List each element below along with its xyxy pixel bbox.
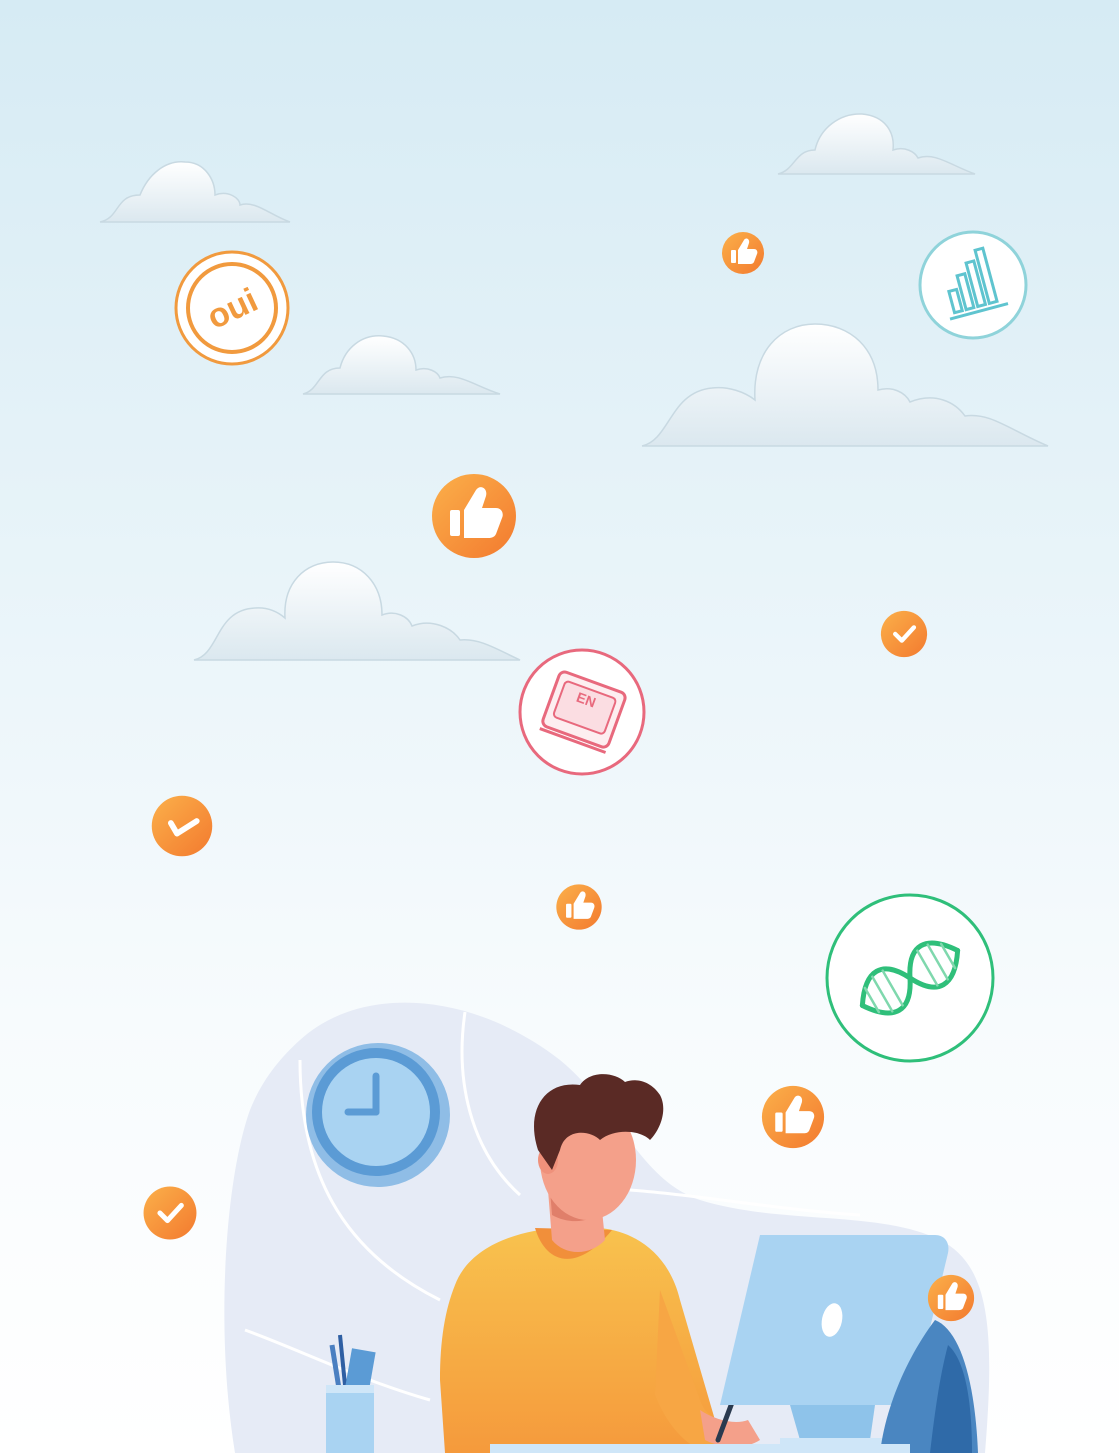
language-badge: EN [518,648,646,776]
check-badge [143,1186,197,1240]
oui-badge: oui [174,250,290,366]
thumbs-up-badge [927,1274,975,1322]
dna-badge [825,893,995,1063]
thumbs-up-badge [556,884,602,930]
thumbs-up-badge [722,232,764,274]
illustration-canvas: oui EN [0,0,1119,1453]
wall-clock [306,1043,450,1187]
chart-badge [918,230,1028,340]
check-badge [151,795,213,857]
desk [490,1444,910,1453]
check-badge [880,610,928,658]
thumbs-up-badge [432,474,516,558]
thumbs-up-badge [761,1085,825,1149]
learning-illustration: oui EN [0,0,1119,1453]
